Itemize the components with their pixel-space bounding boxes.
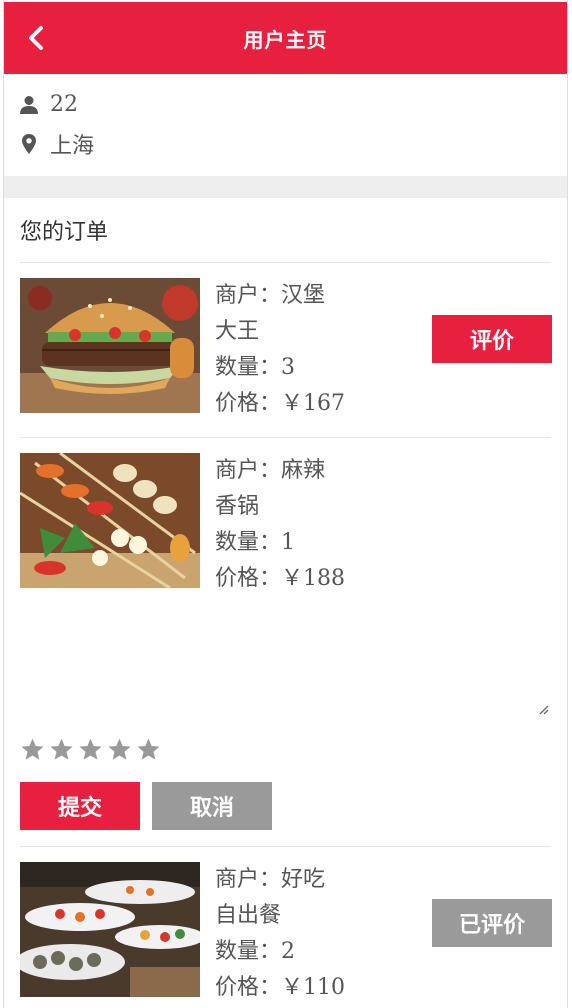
- merchant-name-continued: 大王: [215, 319, 260, 344]
- quantity-value: 1: [281, 530, 296, 555]
- quantity-value: 2: [281, 939, 296, 964]
- user-location: 上海: [50, 134, 95, 159]
- merchant-name: 汉堡: [281, 283, 326, 308]
- order-details: 商户：汉堡 大王 数量：3 价格：￥167: [215, 278, 355, 422]
- user-info-panel: 22 上海: [4, 74, 567, 176]
- merchant-name: 麻辣: [281, 458, 326, 483]
- price-value: ￥167: [281, 391, 346, 416]
- merchant-line: 商户：麻辣: [215, 453, 355, 489]
- star-icon[interactable]: [20, 737, 45, 762]
- price-label: 价格：: [215, 566, 282, 591]
- order-details: 商户：麻辣 香锅 数量：1 价格：￥188: [215, 453, 355, 597]
- merchant-name-continued: 自出餐: [215, 903, 282, 928]
- price-label: 价格：: [215, 975, 282, 1000]
- quantity-line: 数量：1: [215, 525, 355, 561]
- merchant-label: 商户：: [215, 458, 282, 483]
- price-label: 价格：: [215, 391, 282, 416]
- order-details: 商户：好吃 自出餐 数量：2 价格：￥110: [215, 862, 355, 1006]
- orders-section-title: 您的订单: [20, 220, 109, 245]
- quantity-line: 数量：3: [215, 350, 355, 386]
- merchant-name-continued: 香锅: [215, 494, 260, 519]
- resize-grip-icon[interactable]: [537, 703, 549, 715]
- skewers-photo: [20, 453, 200, 588]
- price-line: 价格：￥110: [215, 970, 355, 1006]
- order-item: 商户：麻辣 香锅 数量：1 价格：￥188 提交 取消: [20, 453, 553, 833]
- order-item: 商户：汉堡 大王 数量：3 价格：￥167 评价: [20, 278, 553, 428]
- merchant-line: 商户：好吃: [215, 862, 355, 898]
- star-icon[interactable]: [78, 737, 103, 762]
- back-button[interactable]: [22, 24, 50, 52]
- rate-button[interactable]: 评价: [432, 315, 552, 363]
- quantity-label: 数量：: [215, 530, 282, 555]
- price-value: ￥188: [281, 566, 346, 591]
- price-line: 价格：￥167: [215, 386, 355, 422]
- user-id: 22: [50, 92, 78, 117]
- merchant-name: 好吃: [281, 867, 326, 892]
- submit-button[interactable]: 提交: [20, 782, 140, 830]
- user-location-row: 上海: [18, 128, 94, 160]
- price-line: 价格：￥188: [215, 561, 355, 597]
- divider: [20, 846, 551, 847]
- merchant-label: 商户：: [215, 283, 282, 308]
- divider: [20, 262, 551, 263]
- merchant-label: 商户：: [215, 867, 282, 892]
- rated-button[interactable]: 已评价: [432, 899, 552, 947]
- app-header: 用户主页: [4, 2, 567, 74]
- divider: [20, 437, 551, 438]
- quantity-label: 数量：: [215, 355, 282, 380]
- chevron-left-icon: [29, 26, 43, 50]
- map-pin-icon: [18, 133, 40, 155]
- price-value: ￥110: [281, 975, 346, 1000]
- order-item: 商户：好吃 自出餐 数量：2 价格：￥110 已评价: [20, 862, 553, 1008]
- section-divider: [4, 176, 567, 198]
- user-icon: [18, 95, 40, 115]
- star-icon[interactable]: [136, 737, 161, 762]
- quantity-label: 数量：: [215, 939, 282, 964]
- cancel-button[interactable]: 取消: [152, 782, 272, 830]
- page-title: 用户主页: [243, 27, 328, 52]
- rating-stars: [20, 737, 161, 762]
- user-id-row: 22: [18, 92, 78, 117]
- page-frame: 用户主页 22 上海 您的订单 商户：汉堡 大王 数量：3 价格：￥167 评价…: [3, 0, 568, 1008]
- burger-photo: [20, 278, 200, 413]
- star-icon[interactable]: [49, 737, 74, 762]
- star-icon[interactable]: [107, 737, 132, 762]
- quantity-line: 数量：2: [215, 934, 355, 970]
- review-comment-input[interactable]: [20, 613, 553, 713]
- quantity-value: 3: [281, 355, 296, 380]
- merchant-line: 商户：汉堡: [215, 278, 355, 314]
- buffet-photo: [20, 862, 200, 997]
